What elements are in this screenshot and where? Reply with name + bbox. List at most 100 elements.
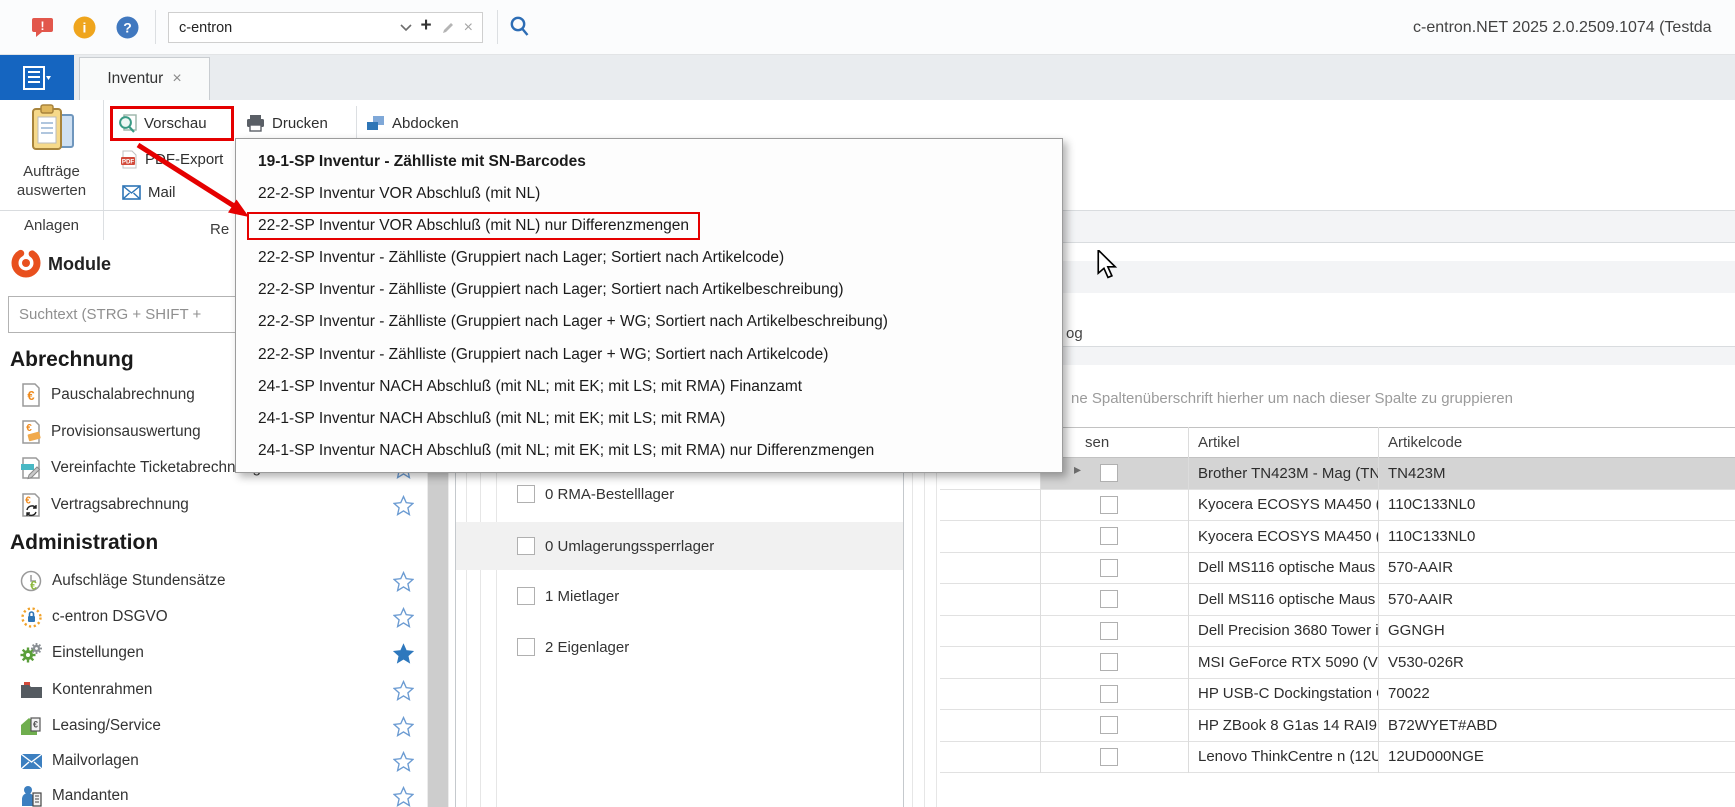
pdf-icon: PDF <box>120 150 138 169</box>
svg-text:PDF: PDF <box>122 158 135 165</box>
checkbox-unchecked[interactable] <box>1100 748 1118 766</box>
clock-euro-icon: € <box>20 570 43 593</box>
table-row[interactable]: Dell MS116 optische Maus (... 570-AAIR <box>940 584 1735 616</box>
menu-item-report[interactable]: 22-2-SP Inventur - Zählliste (Gruppiert … <box>236 274 1062 306</box>
checkbox-unchecked[interactable] <box>517 638 535 656</box>
star-outline-icon[interactable] <box>393 680 414 701</box>
edit-icon[interactable] <box>441 21 455 35</box>
sidebar-item-kontenrahmen[interactable]: Kontenrahmen <box>0 676 426 704</box>
undock-button[interactable]: Abdocken <box>366 114 459 132</box>
article-table: sen Artikel Artikelcode Brother TN423M -… <box>940 427 1735 773</box>
mail-label: Mail <box>148 184 176 201</box>
sidebar-item-mailvorlagen[interactable]: Mailvorlagen <box>0 747 426 775</box>
star-outline-icon[interactable] <box>393 786 414 807</box>
pdf-export-button[interactable]: PDF PDF-Export <box>120 150 223 169</box>
add-icon[interactable]: + <box>421 15 432 37</box>
sidebar-item-label: Kontenrahmen <box>52 681 152 699</box>
star-outline-icon[interactable] <box>393 716 414 737</box>
profile-combobox[interactable]: c-entron + × <box>168 12 483 43</box>
cell-artikel: Kyocera ECOSYS MA450 (11... <box>1188 521 1378 552</box>
undock-label: Abdocken <box>392 115 459 132</box>
preview-highlight-box <box>110 106 234 141</box>
lager-checkbox-row[interactable]: 2 Eigenlager <box>456 633 903 661</box>
cell-artikel: Dell Precision 3680 Tower i7... <box>1188 616 1378 647</box>
euro-report-icon: € <box>20 420 42 444</box>
checkbox-unchecked[interactable] <box>1100 685 1118 703</box>
attachments-button[interactable]: Anlagen <box>0 212 103 239</box>
table-row[interactable]: Kyocera ECOSYS MA450 (11... 110C133NL0 <box>940 490 1735 522</box>
checkbox-unchecked[interactable] <box>1100 464 1118 482</box>
checkbox-unchecked[interactable] <box>1100 716 1118 734</box>
report-dropdown-menu: 19-1-SP Inventur - Zählliste mit SN-Barc… <box>235 138 1063 473</box>
svg-text:€: € <box>30 578 37 592</box>
table-row[interactable]: HP ZBook 8 G1as 14 RAI9P... B72WYET#ABD <box>940 710 1735 742</box>
lager-label: 2 Eigenlager <box>545 639 629 656</box>
star-outline-icon[interactable] <box>393 607 414 628</box>
table-row[interactable]: HP USB-C Dockingstation G... 70022 <box>940 679 1735 711</box>
svg-text:i: i <box>83 20 87 36</box>
menu-item-report[interactable]: 22-2-SP Inventur - Zählliste (Gruppiert … <box>236 339 1062 371</box>
sidebar-item-centron-dsgvo[interactable]: c-entron DSGVO <box>0 603 426 631</box>
star-outline-icon[interactable] <box>393 571 414 592</box>
profile-combobox-value: c-entron <box>169 20 400 36</box>
checkbox-unchecked[interactable] <box>1100 527 1118 545</box>
menu-item-report[interactable]: 22-2-SP Inventur VOR Abschluß (mit NL) <box>236 178 1062 210</box>
tab-close-icon[interactable]: × <box>172 70 181 88</box>
sidebar-item-aufschlaege-stundensaetze[interactable]: € Aufschläge Stundensätze <box>0 567 426 595</box>
lager-checkbox-row[interactable]: 0 RMA-Bestelllager <box>456 480 903 508</box>
sidebar-item-vertragsabrechnung[interactable]: € Vertragsabrechnung <box>0 491 426 519</box>
menu-item-report[interactable]: 24-1-SP Inventur NACH Abschluß (mit NL; … <box>236 403 1062 435</box>
sidebar-item-einstellungen[interactable]: Einstellungen <box>0 639 426 667</box>
selected-row-indicator: ▸ <box>1074 461 1081 478</box>
checkbox-unchecked[interactable] <box>517 587 535 605</box>
combo-dropdown-icon[interactable] <box>400 24 412 32</box>
alert-bubble-icon[interactable]: ! <box>31 16 54 39</box>
tab-inventur[interactable]: Inventur × <box>79 57 210 100</box>
checkbox-unchecked[interactable] <box>517 537 535 555</box>
checkbox-unchecked[interactable] <box>1100 622 1118 640</box>
app-menu-button[interactable] <box>0 55 74 100</box>
menu-item-report[interactable]: 24-1-SP Inventur NACH Abschluß (mit NL; … <box>236 371 1062 403</box>
table-row[interactable]: Lenovo ThinkCentre n (12U... 12UD000NGE <box>940 742 1735 774</box>
star-filled-icon[interactable] <box>393 643 414 664</box>
checkbox-unchecked[interactable] <box>1100 653 1118 671</box>
search-icon[interactable] <box>508 15 531 38</box>
menu-item-report[interactable]: 24-1-SP Inventur NACH Abschluß (mit NL; … <box>236 435 1062 467</box>
checkbox-unchecked[interactable] <box>1100 590 1118 608</box>
sidebar-item-leasing-service[interactable]: € Leasing/Service <box>0 712 426 740</box>
checkbox-unchecked[interactable] <box>1100 559 1118 577</box>
svg-text:?: ? <box>123 20 132 36</box>
menu-item-report[interactable]: 19-1-SP Inventur - Zählliste mit SN-Barc… <box>236 146 1062 178</box>
star-outline-icon[interactable] <box>393 751 414 772</box>
table-row[interactable]: Kyocera ECOSYS MA450 (11... 110C133NL0 <box>940 521 1735 553</box>
undock-icon <box>366 114 385 132</box>
orders-evaluate-button[interactable]: Aufträge auswerten <box>0 100 103 210</box>
sidebar-item-label: Mandanten <box>52 787 129 805</box>
ticket-invoice-icon <box>20 456 42 480</box>
column-header-artikel[interactable]: Artikel <box>1188 428 1378 457</box>
column-header-artikelcode[interactable]: Artikelcode <box>1378 428 1735 457</box>
sidebar-item-label: Vertragsabrechnung <box>51 496 189 514</box>
lager-checkbox-row[interactable]: 0 Umlagerungssperrlager <box>456 532 903 560</box>
table-row[interactable]: Dell Precision 3680 Tower i7... GGNGH <box>940 616 1735 648</box>
info-circle-icon[interactable]: i <box>73 16 96 39</box>
sidebar-item-mandanten[interactable]: Mandanten <box>0 782 426 807</box>
checkbox-unchecked[interactable] <box>1100 496 1118 514</box>
checkbox-unchecked[interactable] <box>517 485 535 503</box>
lager-checkbox-row[interactable]: 1 Mietlager <box>456 582 903 610</box>
print-button[interactable]: Drucken <box>246 114 328 132</box>
menu-item-report[interactable]: 22-2-SP Inventur - Zählliste (Gruppiert … <box>236 306 1062 338</box>
help-circle-icon[interactable]: ? <box>116 16 139 39</box>
mail-button[interactable]: Mail <box>122 184 176 201</box>
cell-artikel: MSI GeForce RTX 5090 (V53... <box>1188 647 1378 678</box>
star-outline-icon[interactable] <box>393 495 414 516</box>
cell-artikelcode: TN423M <box>1378 458 1735 489</box>
menu-item-report[interactable]: 22-2-SP Inventur - Zählliste (Gruppiert … <box>236 242 1062 274</box>
menu-item-report-highlighted[interactable]: 22-2-SP Inventur VOR Abschluß (mit NL) n… <box>236 210 1062 242</box>
table-row[interactable]: Dell MS116 optische Maus (... 570-AAIR <box>940 553 1735 585</box>
clear-icon[interactable]: × <box>464 19 473 37</box>
attachments-label: Anlagen <box>24 217 79 234</box>
menu-item-highlight-box[interactable]: 22-2-SP Inventur VOR Abschluß (mit NL) n… <box>247 212 700 240</box>
cell-artikel: Dell MS116 optische Maus (... <box>1188 553 1378 584</box>
table-row[interactable]: MSI GeForce RTX 5090 (V53... V530-026R <box>940 647 1735 679</box>
